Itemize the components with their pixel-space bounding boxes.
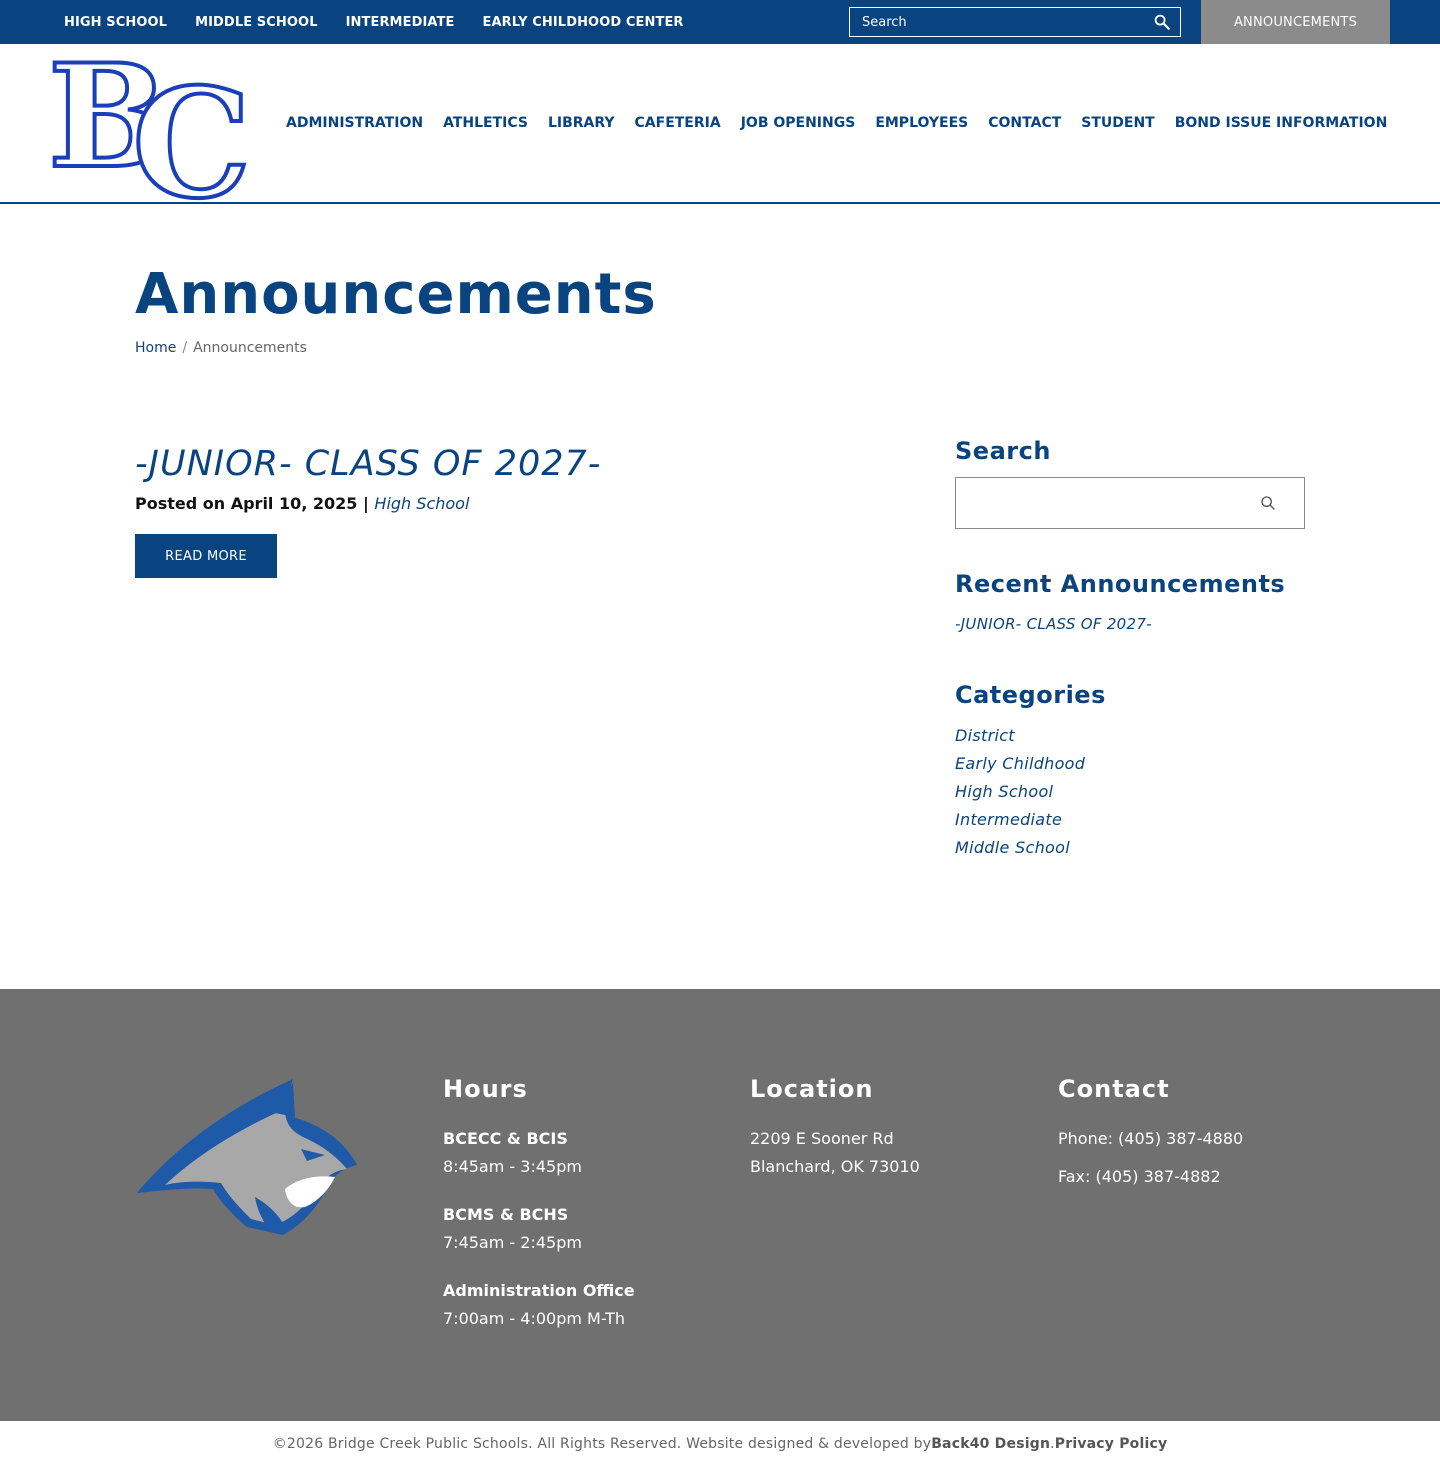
footer-hours: Hours BCECC & BCIS 8:45am - 3:45pm BCMS … [443, 1075, 635, 1353]
topnav-item-middle-school[interactable]: MIDDLE SCHOOL [195, 15, 318, 30]
footer-location: Location 2209 E Sooner Rd Blanchard, OK … [750, 1075, 920, 1181]
nav-item-employees[interactable]: EMPLOYEES [875, 115, 968, 131]
list-item: District [955, 726, 1085, 754]
recent-announcements-heading: Recent Announcements [955, 570, 1286, 598]
category-link-middle-school[interactable]: Middle School [955, 838, 1070, 857]
category-link-high-school[interactable]: High School [955, 782, 1053, 801]
topnav-item-high-school[interactable]: HIGH SCHOOL [64, 15, 167, 30]
nav-item-contact[interactable]: CONTACT [988, 115, 1061, 131]
top-search-box [849, 7, 1181, 37]
nav-item-library[interactable]: LIBRARY [548, 115, 615, 131]
footer-contact-heading: Contact [1058, 1075, 1170, 1103]
designer-link[interactable]: Back40 Design [931, 1436, 1050, 1452]
site-header: B C ADMINISTRATION ATHLETICS LIBRARY CAF… [0, 44, 1440, 204]
hours-block: Administration Office 7:00am - 4:00pm M-… [443, 1277, 635, 1333]
copyright-text: ©2026 Bridge Creek Public Schools. All R… [272, 1435, 932, 1452]
hours-label: BCMS & BCHS [443, 1205, 569, 1224]
nav-item-athletics[interactable]: ATHLETICS [443, 115, 528, 131]
svg-text:C: C [132, 56, 251, 202]
address-line-2: Blanchard, OK 73010 [750, 1157, 920, 1176]
main-nav: ADMINISTRATION ATHLETICS LIBRARY CAFETER… [286, 44, 1407, 202]
top-bar: HIGH SCHOOL MIDDLE SCHOOL INTERMEDIATE E… [0, 0, 1440, 44]
list-item: Intermediate [955, 810, 1085, 838]
nav-item-student[interactable]: STUDENT [1081, 115, 1154, 131]
contact-phone[interactable]: Phone: (405) 387-4880 [1058, 1125, 1243, 1153]
category-link-district[interactable]: District [955, 726, 1015, 745]
footer-location-heading: Location [750, 1075, 874, 1103]
address-line-1: 2209 E Sooner Rd [750, 1129, 894, 1148]
hours-block: BCMS & BCHS 7:45am - 2:45pm [443, 1201, 635, 1257]
post-date: Posted on April 10, 2025 | [135, 494, 369, 513]
category-list: District Early Childhood High School Int… [955, 726, 1085, 866]
hours-time: 7:45am - 2:45pm [443, 1233, 582, 1252]
breadcrumb-separator: / [182, 340, 188, 356]
topnav-item-early-childhood-center[interactable]: EARLY CHILDHOOD CENTER [483, 15, 684, 30]
contact-fax: Fax: (405) 387-4882 [1058, 1167, 1221, 1186]
nav-item-job-openings[interactable]: JOB OPENINGS [741, 115, 856, 131]
list-item: Middle School [955, 838, 1085, 866]
search-icon[interactable] [1153, 13, 1171, 31]
nav-item-administration[interactable]: ADMINISTRATION [286, 115, 423, 131]
topnav-item-intermediate[interactable]: INTERMEDIATE [346, 15, 455, 30]
search-icon[interactable] [1260, 495, 1276, 511]
category-link-intermediate[interactable]: Intermediate [955, 810, 1062, 829]
footer-hours-heading: Hours [443, 1075, 528, 1103]
nav-item-bond-issue-information[interactable]: BOND ISSUE INFORMATION [1175, 115, 1388, 131]
hours-time: 8:45am - 3:45pm [443, 1157, 582, 1176]
list-item: High School [955, 782, 1085, 810]
hours-time: 7:00am - 4:00pm M-Th [443, 1309, 626, 1328]
copyright-bar: ©2026 Bridge Creek Public Schools. All R… [0, 1421, 1440, 1466]
categories-heading: Categories [955, 681, 1106, 709]
privacy-policy-link[interactable]: Privacy Policy [1055, 1436, 1168, 1452]
read-more-button[interactable]: READ MORE [135, 534, 277, 578]
post-title[interactable]: -JUNIOR- CLASS OF 2027- [135, 444, 601, 484]
list-item: Early Childhood [955, 754, 1085, 782]
bc-logo[interactable]: B C [48, 48, 260, 202]
post-category-link[interactable]: High School [374, 494, 469, 513]
breadcrumb: Home / Announcements [135, 340, 307, 356]
hours-label: Administration Office [443, 1281, 635, 1300]
bobcat-mascot-logo [137, 1079, 357, 1235]
hours-block: BCECC & BCIS 8:45am - 3:45pm [443, 1125, 635, 1181]
breadcrumb-home[interactable]: Home [135, 340, 176, 356]
recent-announcement-link[interactable]: -JUNIOR- CLASS OF 2027- [955, 615, 1152, 633]
top-search-input[interactable] [850, 8, 1140, 36]
school-nav: HIGH SCHOOL MIDDLE SCHOOL INTERMEDIATE E… [64, 0, 712, 44]
footer-contact: Contact Phone: (405) 387-4880 Fax: (405)… [1058, 1075, 1243, 1201]
breadcrumb-current: Announcements [193, 340, 307, 356]
post-meta: Posted on April 10, 2025 | High School [135, 494, 469, 513]
hours-label: BCECC & BCIS [443, 1129, 568, 1148]
sidebar-search-heading: Search [955, 437, 1051, 465]
sidebar-search-box [955, 477, 1305, 529]
page-title: Announcements [135, 262, 657, 327]
sidebar-search-input[interactable] [956, 478, 1246, 528]
announcements-tab[interactable]: ANNOUNCEMENTS [1201, 0, 1390, 44]
category-link-early-childhood[interactable]: Early Childhood [955, 754, 1085, 773]
site-footer: Hours BCECC & BCIS 8:45am - 3:45pm BCMS … [0, 989, 1440, 1421]
nav-item-cafeteria[interactable]: CAFETERIA [635, 115, 721, 131]
